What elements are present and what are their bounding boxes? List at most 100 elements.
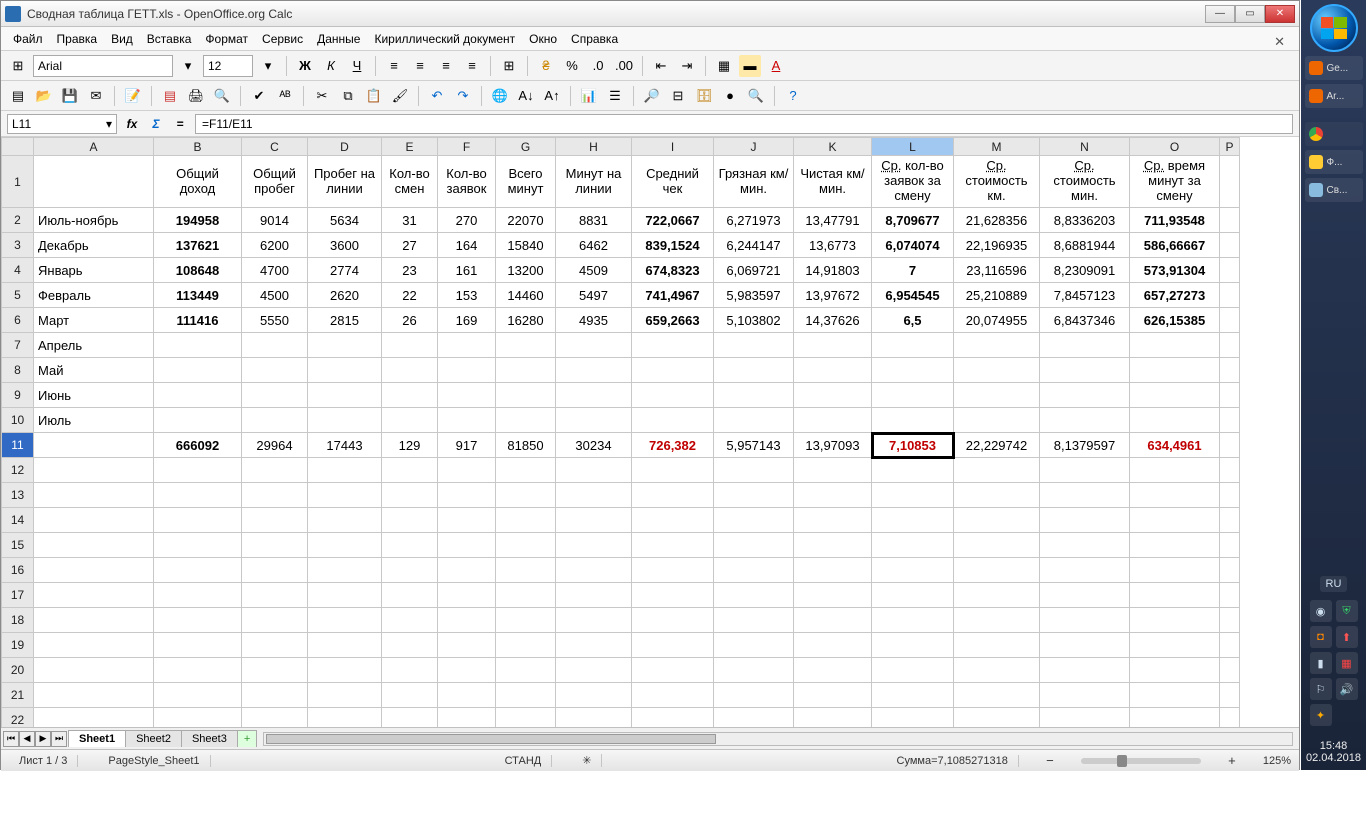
cell-E11[interactable]: 129 (382, 433, 438, 458)
cell-G4[interactable]: 13200 (496, 258, 556, 283)
cell-O3[interactable]: 586,66667 (1130, 233, 1220, 258)
cell-E7[interactable] (382, 333, 438, 358)
header-cell-G[interactable]: Всего минут (496, 156, 556, 208)
cell-E21[interactable] (382, 683, 438, 708)
cell-J17[interactable] (714, 583, 794, 608)
cell-N12[interactable] (1040, 458, 1130, 483)
cell-I16[interactable] (632, 558, 714, 583)
cell-K21[interactable] (794, 683, 872, 708)
cell-B16[interactable] (154, 558, 242, 583)
row-header-1[interactable]: 1 (2, 156, 34, 208)
cell-D13[interactable] (308, 483, 382, 508)
row-header-21[interactable]: 21 (2, 683, 34, 708)
select-all-corner[interactable] (2, 138, 34, 156)
cell-K18[interactable] (794, 608, 872, 633)
row-header-19[interactable]: 19 (2, 633, 34, 658)
cell-O19[interactable] (1130, 633, 1220, 658)
cell-P8[interactable] (1220, 358, 1240, 383)
cell-N16[interactable] (1040, 558, 1130, 583)
cell-N15[interactable] (1040, 533, 1130, 558)
cell-H22[interactable] (556, 708, 632, 728)
cell-E15[interactable] (382, 533, 438, 558)
cell-O17[interactable] (1130, 583, 1220, 608)
cell-H21[interactable] (556, 683, 632, 708)
cell-H5[interactable]: 5497 (556, 283, 632, 308)
cell-A6[interactable]: Март (34, 308, 154, 333)
cell-C18[interactable] (242, 608, 308, 633)
remove-decimal-button[interactable]: .00 (613, 55, 635, 77)
zoom-level[interactable]: 125% (1263, 755, 1291, 767)
cell-D16[interactable] (308, 558, 382, 583)
clock[interactable]: 15:48 02.04.2018 (1306, 740, 1361, 764)
cell-A16[interactable] (34, 558, 154, 583)
cell-B6[interactable]: 111416 (154, 308, 242, 333)
cell-I4[interactable]: 674,8323 (632, 258, 714, 283)
font-color-button[interactable]: A (765, 55, 787, 77)
auto-spellcheck-button[interactable]: ᴬᴮ (274, 85, 296, 107)
cell-M20[interactable] (954, 658, 1040, 683)
cell-C21[interactable] (242, 683, 308, 708)
gallery-button[interactable]: ⊟ (667, 85, 689, 107)
menu-insert[interactable]: Вставка (141, 29, 198, 49)
col-header-P[interactable]: P (1220, 138, 1240, 156)
cell-B21[interactable] (154, 683, 242, 708)
cell-L5[interactable]: 6,954545 (872, 283, 954, 308)
cell-J13[interactable] (714, 483, 794, 508)
open-button[interactable]: 📂 (33, 85, 55, 107)
cell-P4[interactable] (1220, 258, 1240, 283)
cell-O20[interactable] (1130, 658, 1220, 683)
cell-G18[interactable] (496, 608, 556, 633)
cell-B15[interactable] (154, 533, 242, 558)
cell-A5[interactable]: Февраль (34, 283, 154, 308)
cell-O9[interactable] (1130, 383, 1220, 408)
cell-E3[interactable]: 27 (382, 233, 438, 258)
tray-misc-icon[interactable]: ✦ (1310, 704, 1332, 726)
cell-L18[interactable] (872, 608, 954, 633)
tab-last-button[interactable]: ⏭ (51, 731, 67, 747)
cell-F9[interactable] (438, 383, 496, 408)
cell-J4[interactable]: 6,069721 (714, 258, 794, 283)
equals-button[interactable]: = (171, 115, 189, 133)
cell-N18[interactable] (1040, 608, 1130, 633)
save-button[interactable]: 💾 (59, 85, 81, 107)
cell-K10[interactable] (794, 408, 872, 433)
cell-G9[interactable] (496, 383, 556, 408)
menu-data[interactable]: Данные (311, 29, 366, 49)
taskbar-chrome[interactable] (1305, 122, 1363, 146)
cell-C7[interactable] (242, 333, 308, 358)
col-header-O[interactable]: O (1130, 138, 1220, 156)
cell-O14[interactable] (1130, 508, 1220, 533)
cell-D5[interactable]: 2620 (308, 283, 382, 308)
sheet-area[interactable]: ABCDEFGHIJKLMNOP1Общий доходОбщий пробег… (1, 137, 1299, 727)
cell-F21[interactable] (438, 683, 496, 708)
menu-cyrillic[interactable]: Кириллический документ (368, 29, 521, 49)
formula-input[interactable]: =F11/E11 (195, 114, 1293, 134)
cell-G3[interactable]: 15840 (496, 233, 556, 258)
cell-P11[interactable] (1220, 433, 1240, 458)
cell-E20[interactable] (382, 658, 438, 683)
cell-E4[interactable]: 23 (382, 258, 438, 283)
cell-M17[interactable] (954, 583, 1040, 608)
cell-P2[interactable] (1220, 208, 1240, 233)
cell-F18[interactable] (438, 608, 496, 633)
cell-K9[interactable] (794, 383, 872, 408)
row-header-10[interactable]: 10 (2, 408, 34, 433)
cell-H11[interactable]: 30234 (556, 433, 632, 458)
style-icon[interactable]: ⊞ (7, 55, 29, 77)
cell-A18[interactable] (34, 608, 154, 633)
cell-H4[interactable]: 4509 (556, 258, 632, 283)
taskbar-folder[interactable]: Ф... (1305, 150, 1363, 174)
zoom-in-button[interactable]: + (1221, 750, 1243, 772)
cell-J2[interactable]: 6,271973 (714, 208, 794, 233)
cell-I6[interactable]: 659,2663 (632, 308, 714, 333)
sort-desc-button[interactable]: A↑ (541, 85, 563, 107)
row-header-16[interactable]: 16 (2, 558, 34, 583)
cell-K17[interactable] (794, 583, 872, 608)
cell-G6[interactable]: 16280 (496, 308, 556, 333)
data-sources-button[interactable]: 🗄 (693, 85, 715, 107)
cell-N9[interactable] (1040, 383, 1130, 408)
cell-B3[interactable]: 137621 (154, 233, 242, 258)
row-header-2[interactable]: 2 (2, 208, 34, 233)
cell-H20[interactable] (556, 658, 632, 683)
bg-color-button[interactable]: ▬ (739, 55, 761, 77)
